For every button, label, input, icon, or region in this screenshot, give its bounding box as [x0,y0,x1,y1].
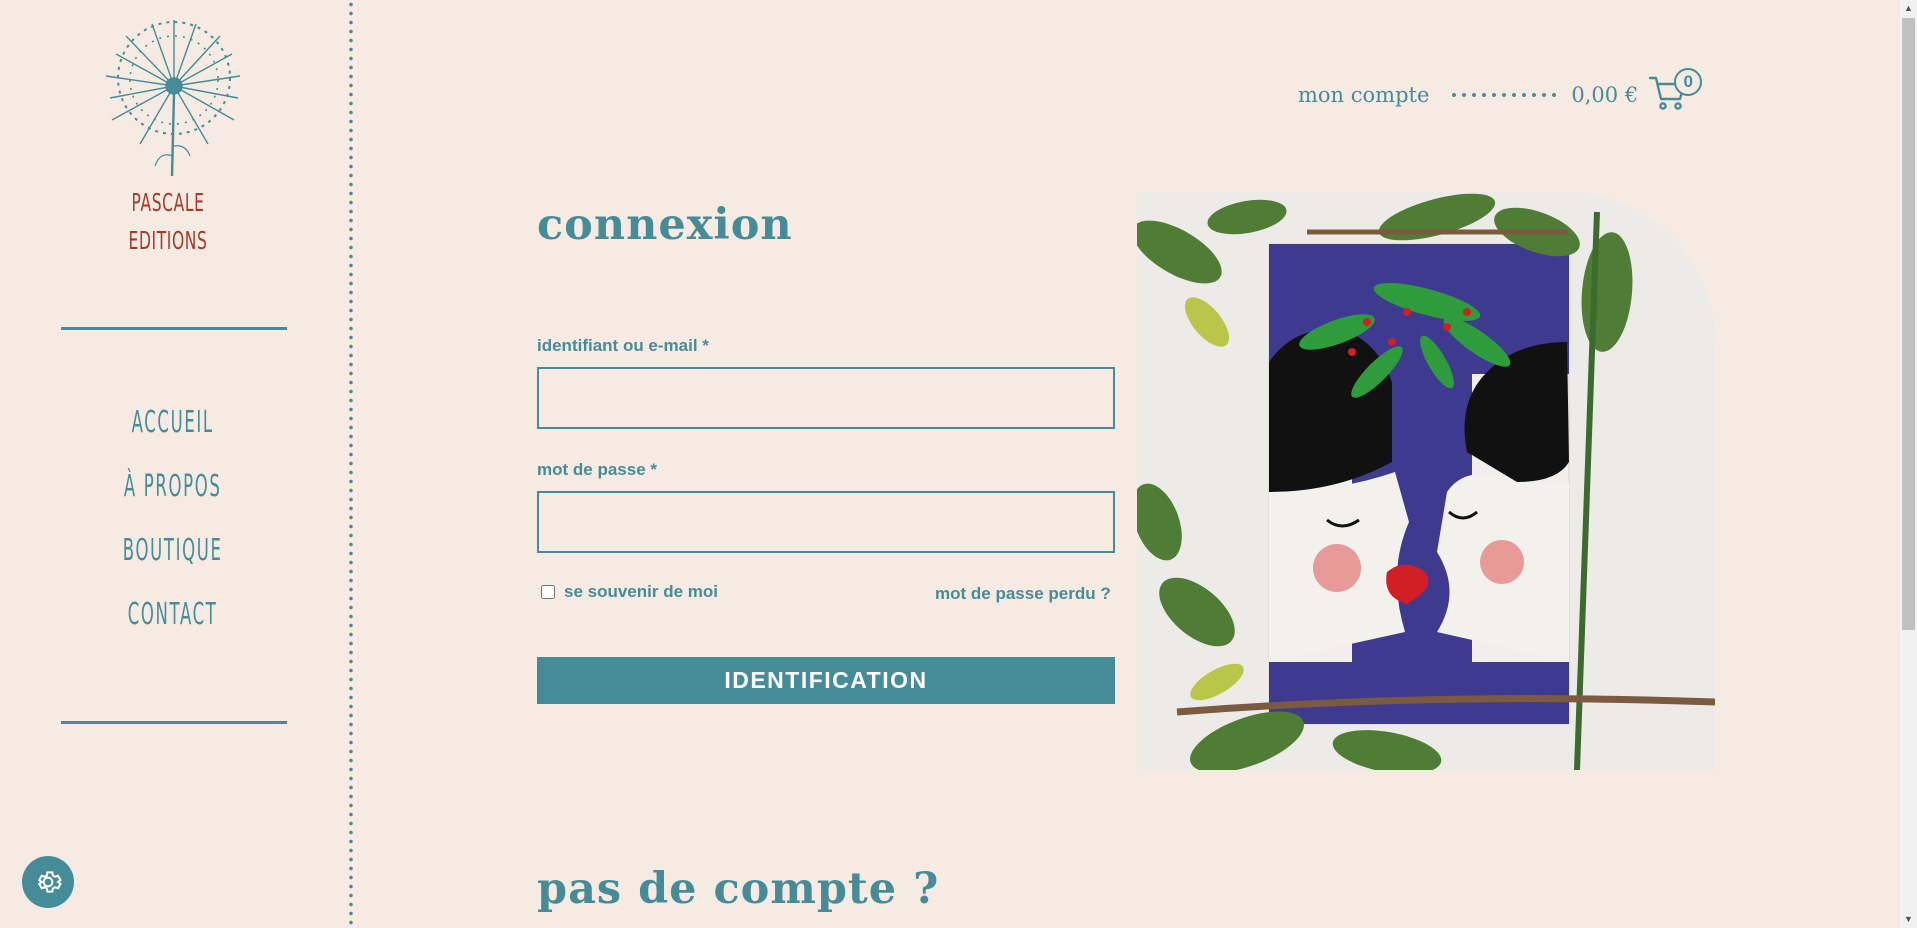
brand-line-1: PASCALE [131,188,205,217]
password-label: mot de passe * [537,460,657,479]
dotted-separator [1449,92,1560,98]
remember-me-label: se souvenir de moi [564,582,718,601]
username-label: identifiant ou e-mail * [537,336,709,355]
dandelion-logo-icon[interactable] [100,16,248,177]
cart-count-badge: 0 [1674,68,1703,96]
scroll-down-arrow-icon[interactable]: ▼ [1900,911,1917,928]
gear-icon [37,871,62,893]
remember-me[interactable]: se souvenir de moi [541,582,718,602]
brand-name: PASCALE EDITIONS [112,184,224,260]
lost-password-link[interactable]: mot de passe perdu ? [935,584,1111,604]
brand-line-2: EDITIONS [128,226,208,255]
nav-item-contact[interactable]: CONTACT [60,590,286,654]
cart-button[interactable]: 0 [1648,68,1703,118]
cart-total[interactable]: 0,00 € [1571,83,1638,107]
sidebar: PASCALE EDITIONS ACCUEIL À PROPOS BOUTIQ… [0,0,352,928]
password-input[interactable] [537,491,1115,553]
sidebar-bottom-divider [61,721,287,724]
username-input[interactable] [537,367,1115,429]
cookie-settings-button[interactable] [22,856,74,908]
nav-item-boutique[interactable]: BOUTIQUE [60,526,286,590]
sidebar-dotted-divider [349,0,353,928]
scrollbar-thumb[interactable] [1902,18,1915,630]
login-submit-button[interactable]: IDENTIFICATION [537,657,1115,704]
nav-item-a-propos[interactable]: À PROPOS [60,462,286,526]
my-account-link[interactable]: mon compte [1298,83,1429,107]
login-title: connexion [537,200,793,250]
main-nav: ACCUEIL À PROPOS BOUTIQUE CONTACT [60,398,286,654]
card-photo [1137,192,1715,770]
nav-item-accueil[interactable]: ACCUEIL [60,398,286,462]
sidebar-top-divider [61,327,287,330]
remember-me-checkbox[interactable] [541,585,555,599]
register-title: pas de compte ? [537,864,940,914]
top-header: mon compte 0,00 € 0 [1298,68,1703,118]
scroll-up-arrow-icon[interactable]: ▲ [1900,0,1917,17]
